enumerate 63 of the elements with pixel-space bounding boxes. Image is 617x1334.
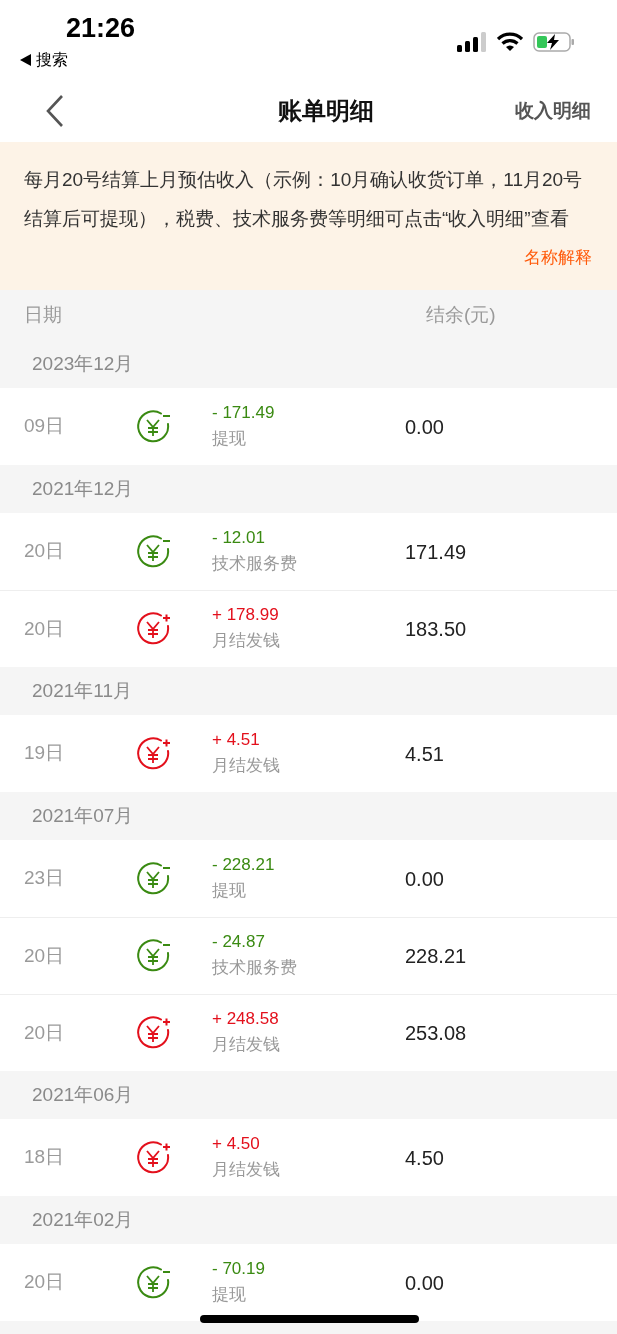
date-column-header: 日期 xyxy=(24,302,62,327)
transaction-amount: - 70.19 xyxy=(212,1257,266,1280)
month-header: 2021年02月 xyxy=(32,1207,134,1232)
month-header: 2023年12月 xyxy=(32,351,134,376)
notice-text: 每月20号结算上月预估收入（示例：10月确认收货订单，11月20号结算后可提现），税费、技术服务费等明细可点击“收入明细”查看 xyxy=(24,169,583,229)
transaction-amount: + 178.99 xyxy=(212,604,280,626)
balance-value: 0.00 xyxy=(405,1270,444,1296)
balance-value: 253.08 xyxy=(405,1021,467,1046)
balance-value: 171.49 xyxy=(405,539,467,565)
back-triangle-icon[interactable] xyxy=(20,54,31,66)
balance-value: 183.50 xyxy=(405,617,467,642)
transaction-day: 09日 xyxy=(0,412,110,441)
transaction-row[interactable]: 09日 - 171.49 提现 0.00 xyxy=(0,388,617,465)
back-chevron-icon[interactable] xyxy=(44,94,66,128)
balance-value: 4.50 xyxy=(405,1145,444,1171)
battery-charging-icon xyxy=(533,31,575,53)
balance-value: 0.00 xyxy=(405,414,444,440)
transaction-amount: + 4.51 xyxy=(212,728,261,751)
transaction-amount: - 24.87 xyxy=(212,931,266,953)
transaction-day: 20日 xyxy=(0,1268,110,1297)
month-header: 2021年06月 xyxy=(32,1082,134,1107)
back-to-app-link[interactable]: 搜索 xyxy=(36,48,68,72)
balance-value: 228.21 xyxy=(405,944,467,969)
transaction-row[interactable]: 20日 - 12.01 技术服务费 171.49 xyxy=(0,513,617,590)
balance-column-header: 结余(元) xyxy=(426,302,496,327)
transaction-row[interactable]: 20日 - 24.87 技术服务费 228.21 xyxy=(0,917,617,994)
transaction-day: 20日 xyxy=(0,1018,110,1048)
transaction-day: 23日 xyxy=(0,864,110,893)
page-title: 账单明细 xyxy=(277,96,374,126)
transaction-row[interactable]: 20日 - 70.19 提现 0.00 xyxy=(0,1244,617,1321)
transaction-type: 技术服务费 xyxy=(212,552,298,575)
month-header: 2021年11月 xyxy=(32,678,132,703)
transaction-row[interactable]: 20日 + 178.99 月结发钱 183.50 xyxy=(0,590,617,667)
transaction-amount: - 228.21 xyxy=(212,853,276,876)
transaction-type: 技术服务费 xyxy=(212,957,298,979)
transaction-day: 20日 xyxy=(0,941,110,971)
transaction-amount: - 12.01 xyxy=(212,526,266,549)
transaction-row[interactable]: 23日 - 228.21 提现 0.00 xyxy=(0,840,617,917)
transaction-type: 提现 xyxy=(212,427,247,450)
month-header: 2021年07月 xyxy=(32,803,134,828)
transaction-type: 提现 xyxy=(212,879,247,902)
transaction-row[interactable]: 18日 + 4.50 月结发钱 4.50 xyxy=(0,1119,617,1196)
status-time: 21:26 xyxy=(66,12,136,44)
transaction-day: 20日 xyxy=(0,614,110,644)
income-detail-link[interactable]: 收入明细 xyxy=(515,96,591,126)
transaction-type: 提现 xyxy=(212,1283,247,1306)
transaction-type: 月结发钱 xyxy=(212,754,281,777)
transaction-row[interactable]: 19日 + 4.51 月结发钱 4.51 xyxy=(0,715,617,792)
transaction-amount: + 248.58 xyxy=(212,1008,280,1030)
transaction-day: 19日 xyxy=(0,739,110,768)
signal-icon xyxy=(457,32,487,52)
transaction-day: 18日 xyxy=(0,1143,110,1172)
transaction-amount: + 4.50 xyxy=(212,1132,261,1155)
balance-value: 4.51 xyxy=(405,741,444,767)
transaction-amount: - 171.49 xyxy=(212,401,276,424)
transaction-type: 月结发钱 xyxy=(212,1158,281,1181)
transaction-day: 20日 xyxy=(0,537,110,566)
transaction-row[interactable]: 20日 + 248.58 月结发钱 253.08 xyxy=(0,994,617,1071)
balance-value: 0.00 xyxy=(405,866,444,892)
transaction-type: 月结发钱 xyxy=(212,630,281,652)
transaction-type: 月结发钱 xyxy=(212,1034,281,1056)
wifi-icon xyxy=(497,32,523,52)
month-header: 2021年12月 xyxy=(32,476,134,501)
